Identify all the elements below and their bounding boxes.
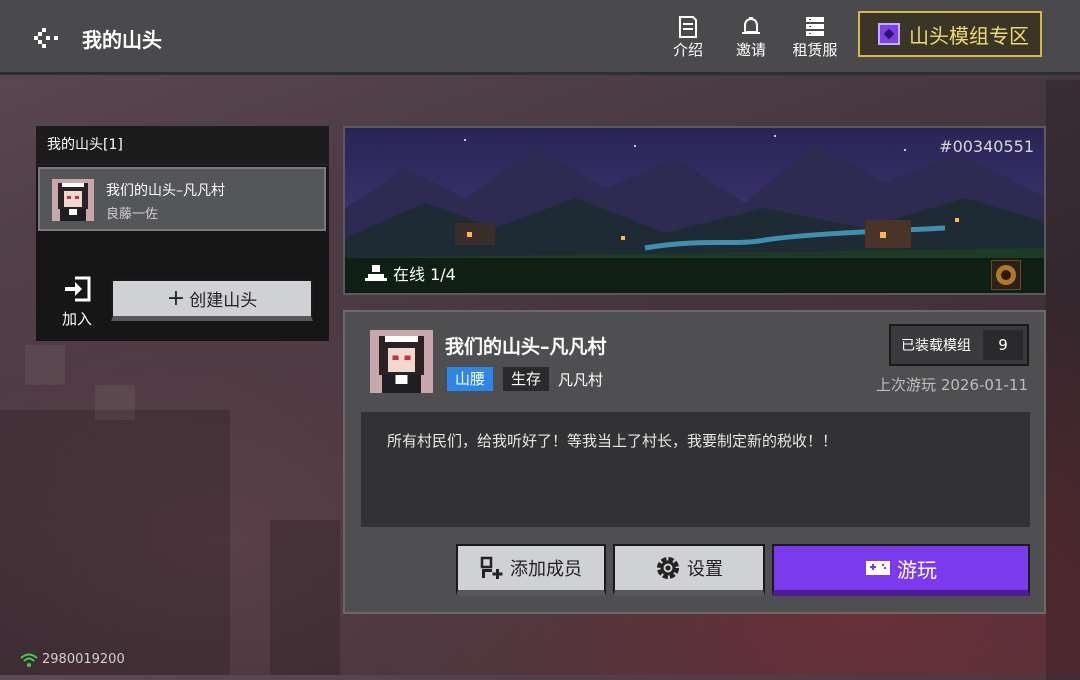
server-name: 我们的山头–凡凡村 <box>106 183 225 199</box>
tag-location: 山腰 <box>447 367 494 391</box>
nav-invite-label: 邀请 <box>735 41 766 59</box>
add-member-label: 添加成员 <box>510 559 582 580</box>
loaded-mods-count: 9 <box>983 330 1023 360</box>
mod-cube-icon <box>878 23 900 45</box>
server-description: 所有村民们，给我听好了！等我当上了村长，我要制定新的税收！！ <box>361 412 1030 527</box>
plus-icon: + <box>166 285 186 311</box>
document-icon <box>679 16 697 38</box>
nav-rental-server-label: 租赁服 <box>792 41 838 59</box>
loaded-mods-button[interactable]: 已装载模组 9 <box>889 324 1029 366</box>
create-server-label: 创建山头 <box>189 291 258 311</box>
nav-intro-label: 介绍 <box>672 41 703 59</box>
server-detail-card: 我们的山头–凡凡村 山腰 生存 凡凡村 已装载模组 9 上次游玩 2026-01… <box>343 310 1046 614</box>
online-status: 在线 1/4 <box>365 261 456 285</box>
loaded-mods-label: 已装载模组 <box>901 338 971 354</box>
online-count: 在线 1/4 <box>393 265 456 284</box>
players-icon <box>365 265 387 281</box>
gear-icon <box>657 557 679 579</box>
mod-zone-button[interactable]: 山头模组专区 <box>858 11 1042 57</box>
nav-rental-server-button[interactable]: 租赁服 <box>785 16 845 60</box>
online-player-avatar <box>991 260 1021 290</box>
network-status: 2980019200 <box>20 652 125 667</box>
server-id: #00340551 <box>939 137 1034 156</box>
player-avatar-image <box>996 265 1016 285</box>
settings-label: 设置 <box>687 559 723 580</box>
server-list-item[interactable]: 我们的山头–凡凡村 良藤一佐 <box>38 167 326 231</box>
page-title: 我的山头 <box>82 28 162 52</box>
server-owner: 良藤一佐 <box>106 207 159 222</box>
settings-button[interactable]: 设置 <box>613 544 765 596</box>
server-banner: #00340551 在线 1/4 <box>343 126 1046 295</box>
join-label: 加入 <box>61 310 92 328</box>
background-block <box>95 385 135 420</box>
join-button[interactable]: 加入 <box>58 276 96 329</box>
background-block <box>1046 80 1080 680</box>
last-played: 上次游玩 2026-01-11 <box>876 376 1028 394</box>
my-servers-title: 我的山头[1] <box>36 126 329 165</box>
server-avatar <box>370 330 433 393</box>
bell-icon <box>742 17 760 34</box>
server-category: 凡凡村 <box>558 371 604 389</box>
background-block <box>25 345 65 385</box>
add-member-icon <box>480 556 503 579</box>
top-bar: 我的山头 介绍 邀请 租赁服 山头模组专区 <box>0 0 1080 75</box>
avatar <box>52 179 94 221</box>
tag-mode: 生存 <box>503 367 550 391</box>
play-button[interactable]: 游玩 <box>772 544 1030 596</box>
join-icon <box>65 276 91 302</box>
nav-intro-button[interactable]: 介绍 <box>658 16 718 60</box>
server-title: 我们的山头–凡凡村 <box>445 336 607 358</box>
back-button[interactable] <box>30 24 64 52</box>
create-server-button[interactable]: + 创建山头 <box>111 279 313 321</box>
mod-zone-label: 山头模组专区 <box>909 23 1029 48</box>
background-block <box>270 520 340 675</box>
back-arrow-icon <box>34 28 58 48</box>
wifi-icon <box>20 653 38 667</box>
play-label: 游玩 <box>897 557 937 582</box>
gamepad-icon <box>866 561 890 575</box>
nav-invite-button[interactable]: 邀请 <box>721 16 781 60</box>
server-icon <box>806 17 824 36</box>
add-member-button[interactable]: 添加成员 <box>456 544 606 596</box>
background-block <box>0 410 230 675</box>
network-id: 2980019200 <box>42 652 125 667</box>
